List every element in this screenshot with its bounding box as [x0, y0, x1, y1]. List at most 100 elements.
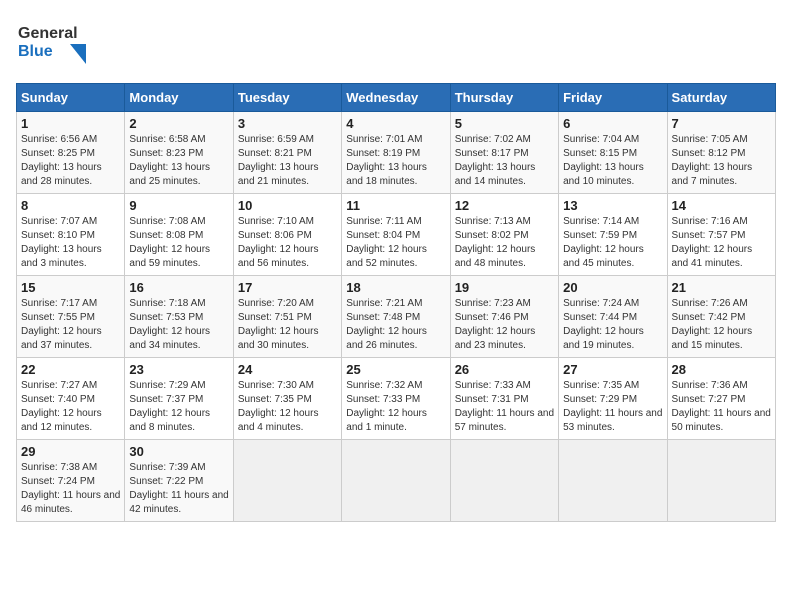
- calendar-cell: 23 Sunrise: 7:29 AM Sunset: 7:37 PM Dayl…: [125, 358, 233, 440]
- day-number: 15: [21, 280, 120, 295]
- day-info: Sunrise: 7:33 AM Sunset: 7:31 PM Dayligh…: [455, 379, 554, 435]
- calendar-cell: 19 Sunrise: 7:23 AM Sunset: 7:46 PM Dayl…: [450, 276, 558, 358]
- day-info: Sunrise: 7:35 AM Sunset: 7:29 PM Dayligh…: [563, 379, 662, 435]
- calendar-cell: 27 Sunrise: 7:35 AM Sunset: 7:29 PM Dayl…: [559, 358, 667, 440]
- day-number: 23: [129, 362, 228, 377]
- calendar-week-4: 22 Sunrise: 7:27 AM Sunset: 7:40 PM Dayl…: [17, 358, 776, 440]
- day-info: Sunrise: 7:17 AM Sunset: 7:55 PM Dayligh…: [21, 297, 120, 353]
- day-number: 11: [346, 198, 445, 213]
- calendar-cell: [342, 440, 450, 522]
- calendar-cell: 10 Sunrise: 7:10 AM Sunset: 8:06 PM Dayl…: [233, 194, 341, 276]
- calendar-week-2: 8 Sunrise: 7:07 AM Sunset: 8:10 PM Dayli…: [17, 194, 776, 276]
- calendar-header-row: SundayMondayTuesdayWednesdayThursdayFrid…: [17, 84, 776, 112]
- calendar-cell: 5 Sunrise: 7:02 AM Sunset: 8:17 PM Dayli…: [450, 112, 558, 194]
- calendar-cell: [559, 440, 667, 522]
- day-info: Sunrise: 7:07 AM Sunset: 8:10 PM Dayligh…: [21, 215, 120, 271]
- weekday-header-monday: Monday: [125, 84, 233, 112]
- day-info: Sunrise: 7:38 AM Sunset: 7:24 PM Dayligh…: [21, 461, 120, 517]
- day-info: Sunrise: 7:24 AM Sunset: 7:44 PM Dayligh…: [563, 297, 662, 353]
- calendar-cell: 20 Sunrise: 7:24 AM Sunset: 7:44 PM Dayl…: [559, 276, 667, 358]
- day-number: 8: [21, 198, 120, 213]
- day-number: 19: [455, 280, 554, 295]
- calendar-cell: 30 Sunrise: 7:39 AM Sunset: 7:22 PM Dayl…: [125, 440, 233, 522]
- calendar-cell: 6 Sunrise: 7:04 AM Sunset: 8:15 PM Dayli…: [559, 112, 667, 194]
- day-number: 30: [129, 444, 228, 459]
- calendar-cell: 17 Sunrise: 7:20 AM Sunset: 7:51 PM Dayl…: [233, 276, 341, 358]
- calendar-cell: 1 Sunrise: 6:56 AM Sunset: 8:25 PM Dayli…: [17, 112, 125, 194]
- weekday-header-friday: Friday: [559, 84, 667, 112]
- day-info: Sunrise: 7:16 AM Sunset: 7:57 PM Dayligh…: [672, 215, 771, 271]
- day-number: 6: [563, 116, 662, 131]
- calendar-cell: 26 Sunrise: 7:33 AM Sunset: 7:31 PM Dayl…: [450, 358, 558, 440]
- day-number: 18: [346, 280, 445, 295]
- day-info: Sunrise: 6:58 AM Sunset: 8:23 PM Dayligh…: [129, 133, 228, 189]
- day-number: 25: [346, 362, 445, 377]
- calendar-cell: 24 Sunrise: 7:30 AM Sunset: 7:35 PM Dayl…: [233, 358, 341, 440]
- day-info: Sunrise: 7:21 AM Sunset: 7:48 PM Dayligh…: [346, 297, 445, 353]
- day-info: Sunrise: 7:14 AM Sunset: 7:59 PM Dayligh…: [563, 215, 662, 271]
- page-header: General Blue: [16, 16, 776, 71]
- weekday-header-saturday: Saturday: [667, 84, 775, 112]
- day-number: 1: [21, 116, 120, 131]
- calendar-cell: 12 Sunrise: 7:13 AM Sunset: 8:02 PM Dayl…: [450, 194, 558, 276]
- day-number: 24: [238, 362, 337, 377]
- calendar-cell: 25 Sunrise: 7:32 AM Sunset: 7:33 PM Dayl…: [342, 358, 450, 440]
- calendar-cell: 18 Sunrise: 7:21 AM Sunset: 7:48 PM Dayl…: [342, 276, 450, 358]
- day-info: Sunrise: 7:36 AM Sunset: 7:27 PM Dayligh…: [672, 379, 771, 435]
- day-info: Sunrise: 7:39 AM Sunset: 7:22 PM Dayligh…: [129, 461, 228, 517]
- day-number: 20: [563, 280, 662, 295]
- day-number: 7: [672, 116, 771, 131]
- day-info: Sunrise: 7:10 AM Sunset: 8:06 PM Dayligh…: [238, 215, 337, 271]
- day-number: 29: [21, 444, 120, 459]
- day-info: Sunrise: 7:11 AM Sunset: 8:04 PM Dayligh…: [346, 215, 445, 271]
- day-info: Sunrise: 7:20 AM Sunset: 7:51 PM Dayligh…: [238, 297, 337, 353]
- day-info: Sunrise: 7:18 AM Sunset: 7:53 PM Dayligh…: [129, 297, 228, 353]
- calendar-week-5: 29 Sunrise: 7:38 AM Sunset: 7:24 PM Dayl…: [17, 440, 776, 522]
- weekday-header-thursday: Thursday: [450, 84, 558, 112]
- calendar-cell: 13 Sunrise: 7:14 AM Sunset: 7:59 PM Dayl…: [559, 194, 667, 276]
- calendar-cell: 7 Sunrise: 7:05 AM Sunset: 8:12 PM Dayli…: [667, 112, 775, 194]
- weekday-header-sunday: Sunday: [17, 84, 125, 112]
- day-info: Sunrise: 7:27 AM Sunset: 7:40 PM Dayligh…: [21, 379, 120, 435]
- calendar-cell: 16 Sunrise: 7:18 AM Sunset: 7:53 PM Dayl…: [125, 276, 233, 358]
- day-info: Sunrise: 7:02 AM Sunset: 8:17 PM Dayligh…: [455, 133, 554, 189]
- day-info: Sunrise: 7:30 AM Sunset: 7:35 PM Dayligh…: [238, 379, 337, 435]
- day-number: 14: [672, 198, 771, 213]
- day-info: Sunrise: 7:32 AM Sunset: 7:33 PM Dayligh…: [346, 379, 445, 435]
- day-number: 4: [346, 116, 445, 131]
- calendar-cell: 15 Sunrise: 7:17 AM Sunset: 7:55 PM Dayl…: [17, 276, 125, 358]
- day-info: Sunrise: 6:56 AM Sunset: 8:25 PM Dayligh…: [21, 133, 120, 189]
- weekday-header-wednesday: Wednesday: [342, 84, 450, 112]
- day-info: Sunrise: 7:23 AM Sunset: 7:46 PM Dayligh…: [455, 297, 554, 353]
- day-info: Sunrise: 7:08 AM Sunset: 8:08 PM Dayligh…: [129, 215, 228, 271]
- day-number: 28: [672, 362, 771, 377]
- day-number: 13: [563, 198, 662, 213]
- day-number: 3: [238, 116, 337, 131]
- calendar-cell: 29 Sunrise: 7:38 AM Sunset: 7:24 PM Dayl…: [17, 440, 125, 522]
- calendar-week-3: 15 Sunrise: 7:17 AM Sunset: 7:55 PM Dayl…: [17, 276, 776, 358]
- calendar-cell: 11 Sunrise: 7:11 AM Sunset: 8:04 PM Dayl…: [342, 194, 450, 276]
- day-number: 26: [455, 362, 554, 377]
- day-number: 2: [129, 116, 228, 131]
- day-number: 5: [455, 116, 554, 131]
- day-number: 17: [238, 280, 337, 295]
- calendar-cell: 28 Sunrise: 7:36 AM Sunset: 7:27 PM Dayl…: [667, 358, 775, 440]
- calendar-cell: 4 Sunrise: 7:01 AM Sunset: 8:19 PM Dayli…: [342, 112, 450, 194]
- day-number: 9: [129, 198, 228, 213]
- svg-text:Blue: Blue: [18, 43, 53, 60]
- day-info: Sunrise: 7:01 AM Sunset: 8:19 PM Dayligh…: [346, 133, 445, 189]
- day-info: Sunrise: 7:04 AM Sunset: 8:15 PM Dayligh…: [563, 133, 662, 189]
- weekday-header-tuesday: Tuesday: [233, 84, 341, 112]
- day-info: Sunrise: 7:05 AM Sunset: 8:12 PM Dayligh…: [672, 133, 771, 189]
- day-info: Sunrise: 7:29 AM Sunset: 7:37 PM Dayligh…: [129, 379, 228, 435]
- day-info: Sunrise: 7:26 AM Sunset: 7:42 PM Dayligh…: [672, 297, 771, 353]
- logo-icon: General Blue: [16, 16, 96, 66]
- calendar-cell: 22 Sunrise: 7:27 AM Sunset: 7:40 PM Dayl…: [17, 358, 125, 440]
- calendar-cell: [450, 440, 558, 522]
- day-number: 21: [672, 280, 771, 295]
- calendar-cell: 3 Sunrise: 6:59 AM Sunset: 8:21 PM Dayli…: [233, 112, 341, 194]
- logo: General Blue: [16, 16, 96, 71]
- calendar-cell: 8 Sunrise: 7:07 AM Sunset: 8:10 PM Dayli…: [17, 194, 125, 276]
- calendar-cell: 21 Sunrise: 7:26 AM Sunset: 7:42 PM Dayl…: [667, 276, 775, 358]
- svg-text:General: General: [18, 25, 78, 42]
